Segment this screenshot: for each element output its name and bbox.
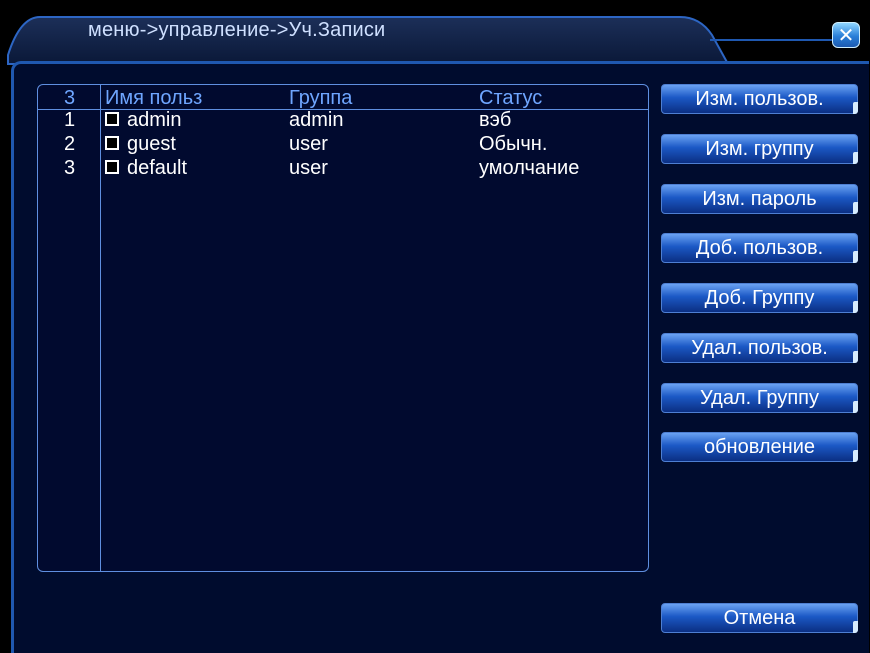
row-index: 2 bbox=[64, 133, 76, 155]
delete-group-button[interactable]: Удал. Группу bbox=[661, 383, 858, 413]
user-table[interactable]: 3 Имя польз Группа Статус 1 admin admin … bbox=[37, 84, 649, 572]
row-checkbox[interactable] bbox=[105, 136, 119, 150]
header-username: Имя польз bbox=[105, 87, 203, 109]
refresh-button[interactable]: обновление bbox=[661, 432, 858, 462]
breadcrumb: меню->управление->Уч.Записи bbox=[88, 19, 386, 41]
row-username: guest bbox=[127, 133, 176, 155]
close-button[interactable]: ✕ bbox=[832, 22, 860, 48]
row-group: user bbox=[289, 133, 328, 155]
add-user-button[interactable]: Доб. пользов. bbox=[661, 233, 858, 263]
header-status: Статус bbox=[479, 87, 543, 109]
row-status: Обычн. bbox=[479, 133, 548, 155]
modify-group-button[interactable]: Изм. группу bbox=[661, 134, 858, 164]
row-index: 3 bbox=[64, 157, 76, 179]
row-status: вэб bbox=[479, 109, 512, 131]
table-row[interactable]: 1 admin admin вэб bbox=[38, 108, 648, 132]
row-group: admin bbox=[289, 109, 344, 131]
row-username: default bbox=[127, 157, 188, 179]
header-count: 3 bbox=[64, 87, 76, 109]
close-icon: ✕ bbox=[837, 23, 855, 47]
row-group: user bbox=[289, 157, 328, 179]
modify-password-button[interactable]: Изм. пароль bbox=[661, 184, 858, 214]
delete-user-button[interactable]: Удал. пользов. bbox=[661, 333, 858, 363]
table-row[interactable]: 3 default user умолчание bbox=[38, 156, 648, 180]
modify-user-button[interactable]: Изм. пользов. bbox=[661, 84, 858, 114]
header-group: Группа bbox=[289, 87, 353, 109]
row-status: умолчание bbox=[479, 157, 580, 179]
row-checkbox[interactable] bbox=[105, 160, 119, 174]
row-username: admin bbox=[127, 109, 182, 131]
table-row[interactable]: 2 guest user Обычн. bbox=[38, 132, 648, 156]
row-checkbox[interactable] bbox=[105, 112, 119, 126]
user-accounts-window: меню->управление->Уч.Записи ✕ 3 Имя поль… bbox=[0, 0, 870, 653]
row-index: 1 bbox=[64, 109, 76, 131]
cancel-button[interactable]: Отмена bbox=[661, 603, 858, 633]
add-group-button[interactable]: Доб. Группу bbox=[661, 283, 858, 313]
